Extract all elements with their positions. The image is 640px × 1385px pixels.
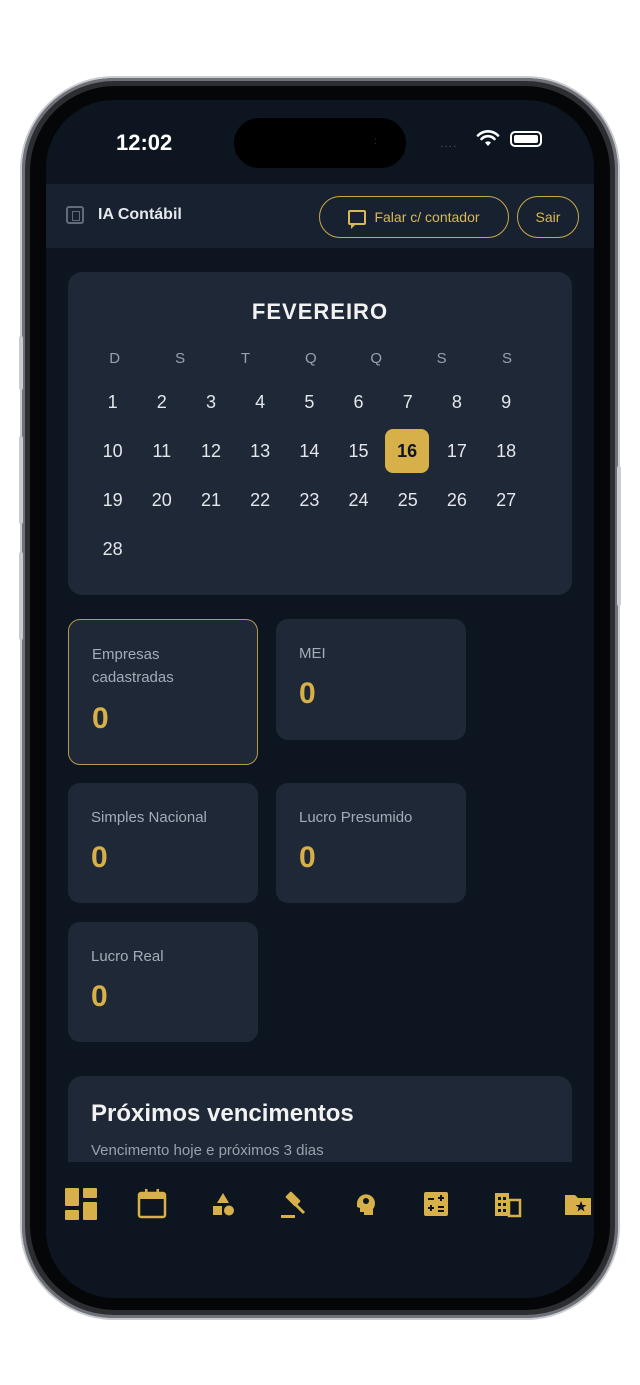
calendar-day[interactable]: 17	[432, 429, 481, 473]
calendar-grid: 1 2 3 4 5 6 7 8 9 10 11 12 13 14 15 16 1…	[88, 380, 518, 571]
weekday-label: T	[240, 350, 251, 367]
calendar-day[interactable]: 6	[334, 380, 383, 424]
calendar-day-today[interactable]: 16	[385, 429, 430, 473]
stat-label: Lucro Real	[91, 948, 164, 965]
exit-button-label: Sair	[535, 209, 561, 225]
brain-icon	[357, 1194, 375, 1215]
volume-down-button	[19, 552, 23, 640]
calendar-day[interactable]: 19	[88, 478, 137, 522]
shapes-icon	[213, 1193, 234, 1216]
buildings-icon	[495, 1193, 522, 1218]
stat-card-lucro-presumido[interactable]: Lucro Presumido 0	[276, 783, 466, 903]
chat-bubble-icon	[348, 209, 367, 229]
nav-documents[interactable]	[560, 1186, 594, 1222]
stat-value: 0	[91, 841, 108, 874]
exit-button[interactable]: Sair	[517, 196, 579, 238]
volume-up-button	[19, 436, 23, 524]
calendar-day[interactable]: 4	[236, 380, 285, 424]
gavel-icon	[281, 1191, 306, 1218]
calendar-day[interactable]: 22	[236, 478, 285, 522]
calendar-day[interactable]: 11	[137, 429, 186, 473]
stat-label: MEI	[299, 645, 326, 662]
power-button	[617, 466, 621, 606]
weekday-label: D	[109, 350, 121, 367]
signal-dots: ....	[440, 136, 458, 150]
upcoming-subtitle: Vencimento hoje e próximos 3 dias	[91, 1142, 324, 1159]
calendar-day[interactable]: 3	[186, 380, 235, 424]
nav-calendar[interactable]	[134, 1186, 170, 1222]
nav-insights[interactable]	[348, 1186, 384, 1222]
calendar-day[interactable]: 20	[137, 478, 186, 522]
calendar-day[interactable]: 14	[285, 429, 334, 473]
calendar-icon	[137, 1189, 167, 1219]
island-indicator: :	[374, 136, 377, 147]
calendar-day[interactable]: 27	[482, 478, 531, 522]
calendar-day[interactable]: 28	[88, 527, 137, 571]
weekday-label: S	[175, 350, 186, 367]
weekday-label: Q	[305, 350, 317, 367]
calendar-day[interactable]: 21	[186, 478, 235, 522]
folder-star-icon	[565, 1195, 591, 1215]
calendar-weekdays: D S T Q Q S S	[82, 350, 572, 367]
building-icon	[66, 206, 84, 224]
calendar-day[interactable]: 13	[236, 429, 285, 473]
calendar-day[interactable]: 24	[334, 478, 383, 522]
battery-icon	[510, 131, 542, 147]
weekday-label: S	[436, 350, 447, 367]
calendar-day[interactable]: 18	[482, 429, 531, 473]
nav-dashboard[interactable]	[63, 1186, 99, 1222]
stat-label: Empresas cadastradas	[92, 646, 174, 686]
mute-switch	[19, 336, 23, 390]
stat-value: 0	[92, 702, 109, 735]
stat-label: Lucro Presumido	[299, 809, 413, 826]
app-title: IA Contábil	[98, 206, 182, 223]
calendar-day[interactable]: 7	[383, 380, 432, 424]
nav-legal[interactable]	[275, 1186, 311, 1222]
calendar-card: FEVEREIRO D S T Q Q S S 1 2 3 4 5 6 7 8 …	[68, 272, 572, 595]
wifi-icon	[476, 130, 500, 146]
nav-calculator[interactable]	[418, 1186, 454, 1222]
stat-value: 0	[299, 841, 316, 874]
weekday-label: S	[502, 350, 513, 367]
dynamic-island: :	[234, 118, 406, 168]
calendar-day[interactable]: 15	[334, 429, 383, 473]
stat-value: 0	[299, 677, 316, 710]
dashboard-icon	[65, 1188, 97, 1220]
weekday-label: Q	[370, 350, 383, 367]
calendar-day[interactable]: 23	[285, 478, 334, 522]
calendar-month: FEVEREIRO	[251, 299, 389, 324]
calendar-day[interactable]: 8	[432, 380, 481, 424]
stat-label: Simples Nacional	[91, 809, 207, 826]
bottom-navigation	[46, 1162, 594, 1298]
status-icons	[476, 130, 542, 148]
stat-card-companies[interactable]: Empresas cadastradas 0	[68, 619, 258, 765]
calendar-day[interactable]: 10	[88, 429, 137, 473]
calendar-day[interactable]: 1	[88, 380, 137, 424]
calendar-day[interactable]: 25	[383, 478, 432, 522]
stat-card-lucro-real[interactable]: Lucro Real 0	[68, 922, 258, 1042]
calendar-day[interactable]: 12	[186, 429, 235, 473]
calendar-day[interactable]: 5	[285, 380, 334, 424]
talk-button-label: Falar c/ contador	[374, 209, 480, 225]
app-header: IA Contábil Falar c/ contador Sair	[46, 184, 594, 248]
status-time: 12:02	[116, 130, 173, 155]
app-screen: 12:02 : .... IA Contábil Falar c/ contad…	[46, 100, 594, 1298]
talk-to-accountant-button[interactable]: Falar c/ contador	[319, 196, 509, 238]
stat-value: 0	[91, 980, 108, 1013]
stat-card-simples-nacional[interactable]: Simples Nacional 0	[68, 783, 258, 903]
calendar-day[interactable]: 2	[137, 380, 186, 424]
stat-card-mei[interactable]: MEI 0	[276, 619, 466, 740]
nav-categories[interactable]	[205, 1186, 241, 1222]
upcoming-title: Próximos vencimentos	[91, 1100, 354, 1127]
calendar-day[interactable]: 26	[432, 478, 481, 522]
calendar-day[interactable]: 9	[482, 380, 531, 424]
nav-companies[interactable]	[489, 1186, 525, 1222]
calculator-icon	[424, 1192, 448, 1216]
